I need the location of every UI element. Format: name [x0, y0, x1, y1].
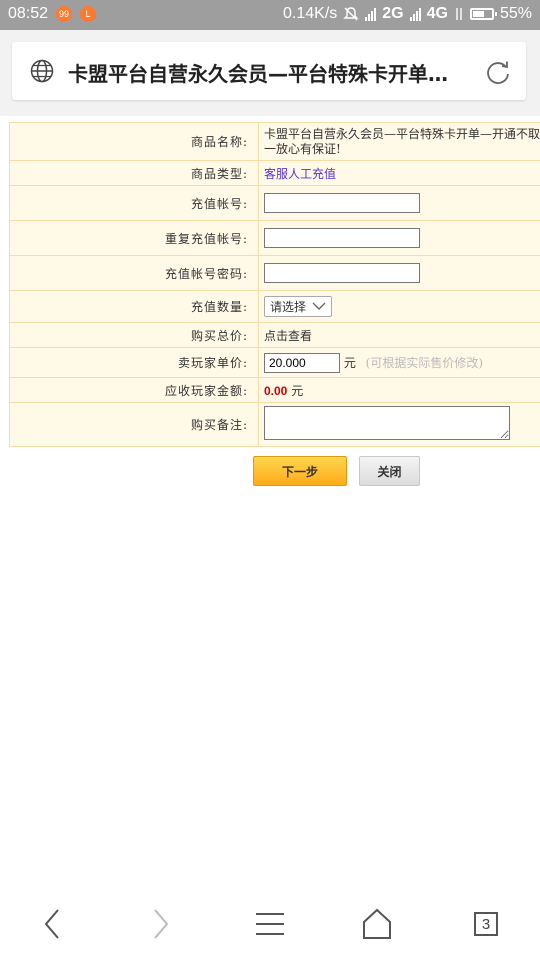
signal-icon-2 — [409, 7, 421, 21]
address-bar[interactable]: 卡盟平台自营永久会员—平台特殊卡开单… — [12, 42, 526, 100]
password-input[interactable] — [264, 263, 420, 283]
unit-price-hint: (可根据实际售价修改) — [365, 355, 484, 370]
home-button[interactable] — [357, 904, 397, 944]
note-textarea[interactable] — [264, 406, 510, 440]
product-name-value: 卡盟平台自营永久会员—平台特殊卡开单—开通不取消 一放心有保证! — [258, 122, 540, 161]
menu-icon — [256, 913, 284, 935]
status-bar: 08:52 99 L 0.14K/s 2G 4G 55% — [0, 0, 540, 30]
product-name-line2: 一放心有保证! — [264, 141, 341, 156]
next-step-button[interactable]: 下一步 — [253, 456, 347, 486]
account-input[interactable] — [264, 193, 420, 213]
battery-level: 55% — [499, 5, 532, 22]
product-name-line1: 卡盟平台自营永久会员—平台特殊卡开单—开通不取消 — [264, 126, 540, 141]
account-label: 充值帐号: — [9, 185, 259, 221]
total-label: 购买总价: — [9, 322, 259, 348]
total-view-link[interactable]: 点击查看 — [258, 322, 540, 348]
repeat-account-label: 重复充值帐号: — [9, 220, 259, 256]
chevron-left-icon — [44, 909, 59, 939]
order-form: 商品名称: 卡盟平台自营永久会员—平台特殊卡开单—开通不取消 一放心有保证! 商… — [9, 122, 540, 447]
home-icon — [363, 908, 391, 939]
chevron-down-icon — [312, 302, 326, 310]
receivable-amount: 0.00 — [264, 383, 288, 398]
product-name-label: 商品名称: — [9, 122, 259, 161]
receivable-unit: 元 — [291, 383, 304, 398]
product-type-value: 客服人工充值 — [258, 160, 540, 186]
unit-price-input[interactable] — [264, 352, 340, 373]
quantity-selected: 请选择 — [270, 300, 307, 314]
note-label: 购买备注: — [9, 402, 259, 447]
menu-button[interactable] — [250, 904, 290, 944]
data-transfer-icon — [456, 8, 462, 20]
receivable-label: 应收玩家金额: — [9, 377, 259, 403]
quantity-select[interactable]: 请选择 — [264, 296, 333, 317]
unit-price-unit: 元 — [343, 355, 356, 370]
refresh-icon[interactable] — [484, 58, 512, 86]
password-label: 充值帐号密码: — [9, 255, 259, 291]
network-speed: 0.14K/s — [283, 5, 338, 22]
page-title: 卡盟平台自营永久会员—平台特殊卡开单… — [68, 62, 448, 86]
bell-muted-icon — [343, 7, 359, 21]
chevron-right-icon — [154, 909, 169, 939]
browser-bottom-nav: 3 — [0, 890, 540, 960]
browser-toolbar: 卡盟平台自营永久会员—平台特殊卡开单… — [0, 30, 540, 116]
globe-icon — [30, 59, 54, 83]
tabs-button[interactable]: 3 — [466, 904, 506, 944]
signal-icon — [365, 7, 377, 21]
repeat-account-input[interactable] — [264, 228, 420, 248]
battery-icon — [469, 8, 497, 20]
notification-app-icon: 99 — [56, 6, 73, 22]
back-button[interactable] — [32, 904, 72, 944]
network-type: 2G — [382, 5, 404, 22]
tab-count: 3 — [474, 912, 498, 936]
quantity-label: 充值数量: — [9, 290, 259, 323]
notification-app-icon-2: L — [80, 6, 97, 22]
close-button[interactable]: 关闭 — [359, 456, 420, 486]
network-type-2: 4G — [426, 5, 448, 22]
unit-price-label: 卖玩家单价: — [9, 347, 259, 378]
product-type-label: 商品类型: — [9, 160, 259, 186]
forward-button[interactable] — [141, 904, 181, 944]
clock: 08:52 — [8, 5, 49, 22]
